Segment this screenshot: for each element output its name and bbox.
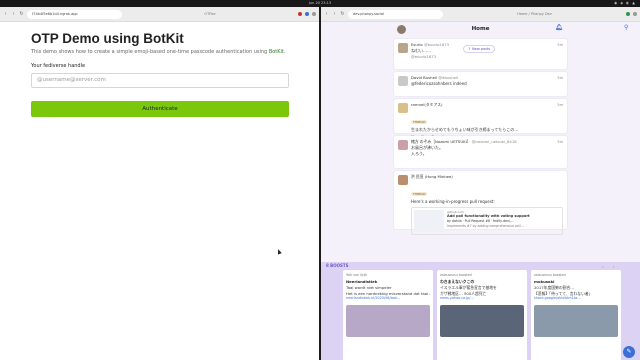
post-image[interactable] [346,304,430,337]
sidebar-toggle-icon[interactable]: ⚲ [624,24,628,31]
menu-icon[interactable] [312,12,316,16]
thread-badge: THREAD [411,192,428,196]
avatar[interactable] [397,25,406,34]
address-bar[interactable]: dev.phanpy.social [348,9,443,19]
avatar[interactable] [398,43,408,53]
menu-icon[interactable] [633,12,637,16]
timestamp: 5m [557,140,563,144]
post-image[interactable] [534,304,618,337]
post-image[interactable] [440,304,524,337]
browser-toolbar: ‹ › ↻ dev.phanpy.social Home / Phanpy De… [321,7,640,22]
boost-card[interactable]: zalauseusu boosted わきまえないクこの イスラエル軍が緊急宣言… [437,270,527,360]
avatar[interactable] [398,103,408,113]
system-tray[interactable]: ◉ ◈ ◐ ▲ [614,0,636,7]
avatar[interactable] [398,175,408,185]
page-title: Home [471,26,490,32]
boosts-label: 8 BOOSTS [326,263,349,268]
link[interactable]: news.yahoo.co.jp/… [440,296,524,302]
reload-icon[interactable]: ↻ [19,11,24,17]
back-icon[interactable]: ‹ [3,11,8,17]
carousel-arrows[interactable]: ‹ › [602,264,618,269]
tab-title[interactable]: Home / Phanpy Dev [446,12,623,16]
page-title: OTP Demo using BotKit [31,31,184,46]
boosts-carousel: 8 BOOSTS ‹ › Yolk van Ijzijk Neerlandist… [321,262,640,360]
boost-card[interactable]: zalauseusu boosted mokusaki 2017年度国勢の割合…… [531,270,621,360]
status-card[interactable]: Esurio @esurio1673 ねむい…… @esurio1673 5m [394,39,567,69]
extension-icon[interactable] [298,12,302,16]
link-preview-image [414,210,444,232]
mouse-cursor [276,248,282,255]
forward-icon[interactable]: › [332,11,337,17]
system-bar: Jun 20 23:13 ◉ ◈ ◐ ▲ [0,0,640,7]
avatar[interactable] [398,140,408,150]
address-bar[interactable]: f74b4f5e6b1d4.ngrok.app [27,9,122,19]
boost-card[interactable]: Yolk van Ijzijk Neerlandistiek Taal word… [343,270,433,360]
authenticate-button[interactable]: Authenticate [31,101,289,117]
timeline: Esurio @esurio1673 ねむい…… @esurio1673 5m … [394,39,567,235]
timestamp: 5m [557,103,563,107]
link-preview-card[interactable]: github.com Add poll functionality with v… [411,207,563,235]
clock: Jun 20 23:13 [308,1,332,5]
extension-icon[interactable] [305,12,309,16]
status-card[interactable]: 洪 民憙 (Hong Minhee) THREAD Here's a worki… [394,171,567,235]
botkit-link[interactable]: BotKit [269,49,284,55]
link[interactable]: share.google/ohbHAm1ta… [534,296,618,302]
browser-toolbar: ‹ › ↻ f74b4f5e6b1d4.ngrok.app OTPoe [0,7,319,22]
left-browser-window: ‹ › ↻ f74b4f5e6b1d4.ngrok.app OTPoe OTP … [0,7,319,360]
status-card[interactable]: 緒方 のぞみ［Nozomi UETSUKI］ @nozomi_uetsuki_8… [394,136,567,168]
otp-demo-page: OTP Demo using BotKit This demo shows ho… [0,22,319,117]
timestamp: 5m [557,43,563,47]
back-icon[interactable]: ‹ [324,11,329,17]
thread-badge: THREAD [411,120,428,124]
forward-icon[interactable]: › [11,11,16,17]
extension-icon[interactable] [626,12,630,16]
reload-icon[interactable]: ↻ [340,11,345,17]
bell-icon[interactable]: 🔔︎ [555,24,563,31]
handle-input[interactable]: @username@server.com [31,73,289,88]
page-description: This demo shows how to create a simple e… [31,49,286,55]
status-card[interactable]: ramnel(タミアス) THREAD 生まれたからせめてもうちょい味が引き締ま… [394,99,567,138]
handle-label: Your fediverse handle [31,63,86,69]
link[interactable]: neerlandistiek.nl/2025/06/taal… [346,296,430,302]
new-posts-button[interactable]: ↑ New posts [463,45,496,53]
right-browser-window: ‹ › ↻ dev.phanpy.social Home / Phanpy De… [321,7,640,360]
timestamp: 5m [557,76,563,80]
compose-button[interactable]: ✎ [623,346,635,358]
tab-title[interactable]: OTPoe [125,12,295,16]
home-header: Home 🔔︎ ⚲ [321,22,640,36]
avatar[interactable] [398,76,408,86]
status-card[interactable]: David Bushell @dbushell @federicozsohnbe… [394,72,567,96]
phanpy-app: Home 🔔︎ ⚲ ↑ New posts Esurio @esurio1673… [321,22,640,360]
